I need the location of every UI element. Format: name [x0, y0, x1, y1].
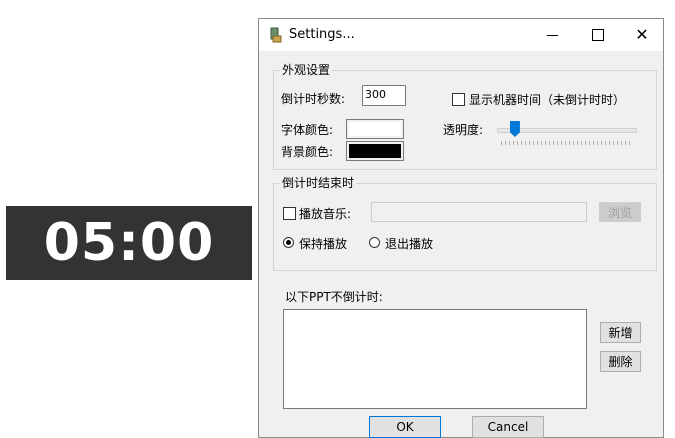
appearance-group-title: 外观设置: [280, 63, 333, 77]
app-icon: [270, 27, 282, 43]
delete-button[interactable]: 删除: [600, 351, 641, 372]
font-color-fill: [349, 122, 401, 136]
opacity-label: 透明度:: [443, 123, 484, 137]
dialog-title: Settings...: [289, 27, 355, 42]
ok-button[interactable]: OK: [369, 416, 441, 438]
show-machine-time-label[interactable]: 显示机器时间（未倒计时时）: [469, 91, 625, 108]
keep-playing-label[interactable]: 保持播放: [299, 235, 347, 252]
countdown-end-group-title: 倒计时结束时: [280, 176, 357, 190]
maximize-icon: [592, 29, 604, 41]
background-color-label: 背景颜色:: [281, 145, 334, 159]
countdown-seconds-input[interactable]: 300: [362, 85, 406, 106]
countdown-timer-display: 05:00: [6, 206, 252, 280]
countdown-seconds-label: 倒计时秒数:: [281, 92, 346, 106]
opacity-slider-ticks: [501, 141, 631, 145]
background-color-swatch[interactable]: [346, 141, 404, 161]
title-bar[interactable]: Settings... ✕: [259, 19, 663, 51]
music-path-input[interactable]: [371, 202, 587, 222]
ppt-exclusion-list[interactable]: [283, 309, 587, 409]
countdown-end-group: 倒计时结束时: [273, 176, 657, 271]
close-button[interactable]: ✕: [619, 19, 665, 51]
exit-playing-radio[interactable]: [369, 237, 380, 248]
minimize-button[interactable]: [529, 19, 575, 51]
play-music-checkbox[interactable]: [283, 207, 296, 220]
close-icon: ✕: [635, 25, 649, 44]
minimize-icon: [546, 34, 558, 36]
font-color-swatch[interactable]: [346, 119, 404, 139]
ppt-exclusion-label: 以下PPT不倒计时:: [285, 290, 383, 304]
background-color-fill: [349, 144, 401, 158]
add-button[interactable]: 新增: [600, 322, 641, 343]
browse-button[interactable]: 浏览: [599, 202, 641, 222]
exit-playing-label[interactable]: 退出播放: [385, 235, 433, 252]
font-color-label: 字体颜色:: [281, 123, 334, 137]
cancel-button[interactable]: Cancel: [472, 416, 544, 438]
timer-text: 05:00: [43, 213, 215, 273]
settings-dialog: Settings... ✕ 外观设置 倒计时秒数: 300 显示机器时间（未倒计…: [258, 18, 664, 438]
maximize-button[interactable]: [575, 19, 621, 51]
play-music-label[interactable]: 播放音乐:: [299, 205, 351, 222]
show-machine-time-checkbox[interactable]: [452, 93, 465, 106]
keep-playing-radio[interactable]: [283, 237, 294, 248]
